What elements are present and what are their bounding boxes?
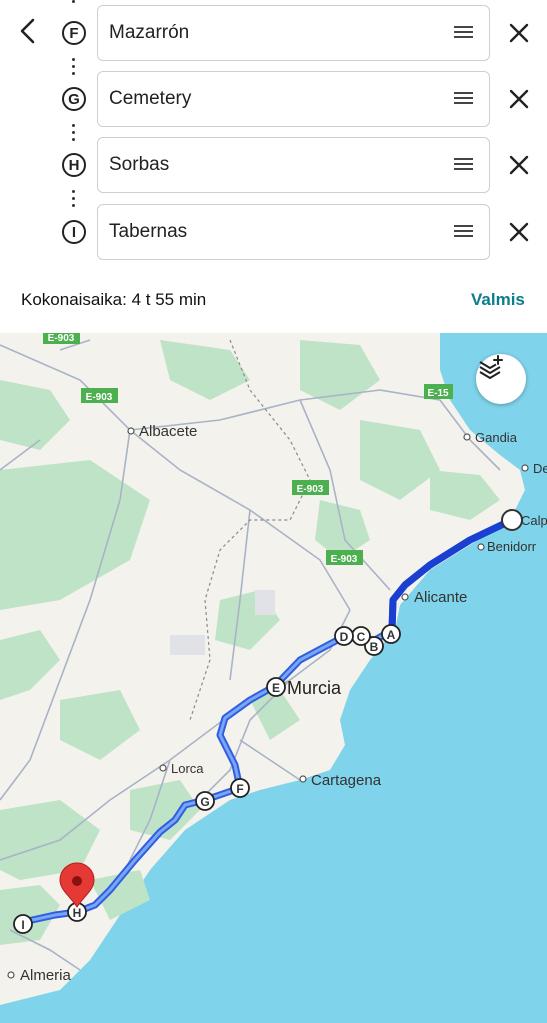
svg-text:E-903: E-903 bbox=[48, 333, 75, 344]
map-canvas[interactable]: E-903 E-903 E-903 E-903 E-15 Albacete Ga… bbox=[0, 333, 547, 1023]
road-shield: E-903 bbox=[326, 550, 363, 565]
stop-input[interactable]: Mazarrón bbox=[97, 5, 490, 61]
city-label: Benidorr bbox=[487, 539, 537, 554]
stop-input[interactable]: Tabernas bbox=[97, 204, 490, 260]
svg-text:C: C bbox=[357, 630, 366, 644]
svg-text:B: B bbox=[370, 640, 379, 654]
waypoint-marker[interactable]: G bbox=[195, 791, 215, 811]
city-label: Gandia bbox=[475, 430, 518, 445]
svg-text:H: H bbox=[73, 906, 82, 920]
road-shield: E-903 bbox=[43, 333, 80, 344]
remove-stop-icon[interactable] bbox=[506, 152, 532, 178]
stop-letter-badge: F bbox=[62, 21, 86, 45]
remove-stop-icon[interactable] bbox=[506, 219, 532, 245]
stop-letter-badge: G bbox=[62, 87, 86, 111]
city-label: De bbox=[533, 461, 547, 476]
svg-text:D: D bbox=[340, 630, 349, 644]
road-shield: E-903 bbox=[81, 388, 118, 403]
waypoint-marker[interactable]: C bbox=[351, 626, 371, 646]
stop-name: Sorbas bbox=[109, 154, 170, 175]
stop-row: I Tabernas bbox=[0, 204, 547, 260]
remove-stop-icon[interactable] bbox=[506, 86, 532, 112]
waypoint-marker[interactable]: A bbox=[381, 624, 401, 644]
map-view[interactable]: E-903 E-903 E-903 E-903 E-15 Albacete Ga… bbox=[0, 333, 547, 1023]
stop-input[interactable]: Cemetery bbox=[97, 71, 490, 127]
city-label: Alicante bbox=[414, 589, 467, 606]
svg-text:E-903: E-903 bbox=[331, 554, 358, 565]
svg-text:A: A bbox=[387, 628, 396, 642]
svg-text:E: E bbox=[272, 681, 280, 695]
svg-text:E-15: E-15 bbox=[427, 388, 449, 399]
waypoint-marker[interactable]: D bbox=[334, 626, 354, 646]
svg-text:E-903: E-903 bbox=[297, 484, 324, 495]
drag-handle-icon[interactable] bbox=[454, 26, 473, 40]
stop-row: G Cemetery bbox=[0, 71, 547, 127]
waypoint-marker[interactable]: F bbox=[230, 778, 250, 798]
city-label: Murcia bbox=[287, 678, 342, 698]
stop-letter-badge: H bbox=[62, 153, 86, 177]
stop-name: Cemetery bbox=[109, 88, 192, 109]
stop-name: Tabernas bbox=[109, 221, 188, 242]
city-label: Almeria bbox=[20, 967, 72, 984]
drag-handle-icon[interactable] bbox=[454, 225, 473, 239]
selected-location-pin-icon[interactable] bbox=[59, 862, 95, 908]
stop-row: H Sorbas bbox=[0, 137, 547, 193]
total-time: Kokonaisaika: 4 t 55 min bbox=[21, 290, 207, 309]
city-label: Albacete bbox=[139, 423, 197, 440]
directions-panel: F Mazarrón G Cemetery H Sorbas I Taberna… bbox=[0, 0, 547, 333]
road-shield: E-903 bbox=[292, 480, 329, 495]
city-label: Calp bbox=[521, 513, 547, 528]
remove-stop-icon[interactable] bbox=[506, 20, 532, 46]
city-label: Lorca bbox=[171, 761, 204, 776]
city-label: Cartagena bbox=[311, 772, 382, 789]
svg-text:F: F bbox=[236, 782, 243, 796]
drag-handle-icon[interactable] bbox=[454, 92, 473, 106]
done-button[interactable]: Valmis bbox=[471, 290, 525, 310]
svg-text:G: G bbox=[200, 795, 209, 809]
layers-add-icon bbox=[479, 355, 503, 379]
svg-text:I: I bbox=[21, 918, 24, 932]
stop-input[interactable]: Sorbas bbox=[97, 137, 490, 193]
stop-letter-badge: I bbox=[62, 220, 86, 244]
road-shield: E-15 bbox=[424, 384, 453, 399]
map-layers-button[interactable] bbox=[476, 354, 526, 404]
waypoint-marker[interactable]: I bbox=[13, 914, 33, 934]
stop-name: Mazarrón bbox=[109, 22, 190, 43]
drag-handle-icon[interactable] bbox=[454, 158, 473, 172]
route-start-marker bbox=[501, 509, 523, 531]
stop-row: F Mazarrón bbox=[0, 5, 547, 61]
waypoint-marker[interactable]: E bbox=[266, 677, 286, 697]
svg-text:E-903: E-903 bbox=[86, 392, 113, 403]
